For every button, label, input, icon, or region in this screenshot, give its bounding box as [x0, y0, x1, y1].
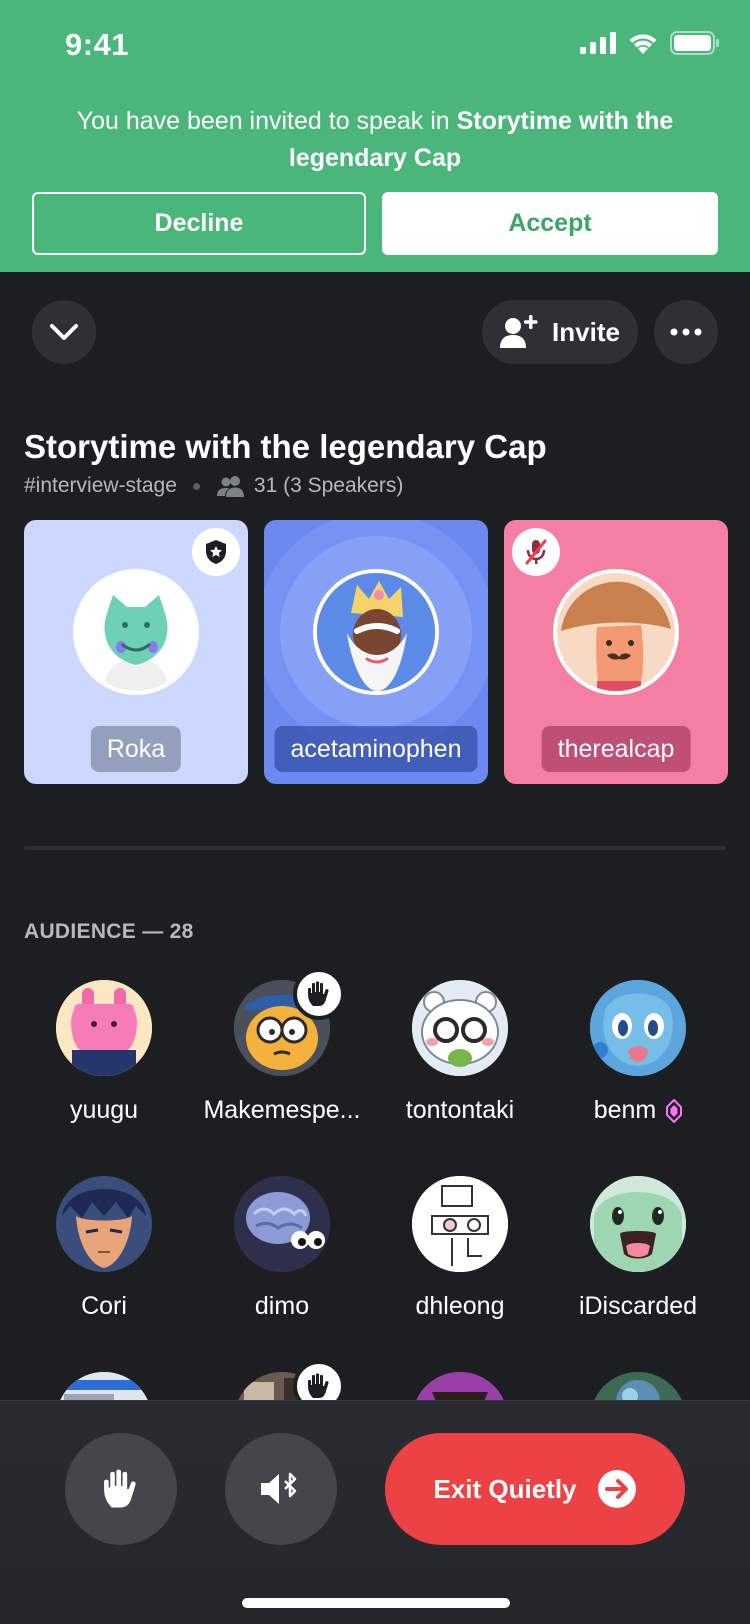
audience-member[interactable]: Makemespe...	[193, 968, 371, 1150]
turtle-avatar-icon	[590, 1176, 686, 1272]
more-options-button[interactable]	[654, 300, 718, 364]
add-user-icon	[500, 315, 538, 348]
bunny-avatar-icon	[56, 980, 152, 1076]
frog-avatar-icon	[77, 573, 195, 691]
avatar	[234, 1176, 330, 1272]
anime-avatar-icon	[56, 1176, 152, 1272]
avatar	[412, 980, 508, 1076]
speaker-name: acetaminophen	[274, 726, 478, 772]
moderator-shield-icon	[206, 540, 226, 564]
exit-label: Exit Quietly	[433, 1473, 577, 1504]
raised-hand-icon	[308, 1373, 329, 1398]
muted-badge	[512, 528, 560, 576]
invite-banner: 9:41 You have been invited to speak in S…	[0, 0, 750, 272]
invite-label: Invite	[552, 316, 620, 347]
chevron-down-icon	[50, 324, 78, 340]
speaker-card-active[interactable]: acetaminophen	[264, 520, 488, 784]
king-avatar-icon	[317, 573, 435, 691]
audience-member[interactable]: dimo	[193, 1176, 371, 1346]
audience-name: dhleong	[415, 1292, 505, 1320]
speaker-name: therealcap	[541, 726, 691, 772]
speaker-name: Roka	[90, 726, 182, 772]
people-icon	[216, 476, 244, 497]
audience-name: iDiscarded	[578, 1292, 698, 1320]
exit-quietly-button[interactable]: Exit Quietly	[385, 1433, 685, 1545]
listener-count: 31 (3 Speakers)	[253, 474, 404, 497]
brain-avatar-icon	[234, 1176, 330, 1272]
audience-member[interactable]: dhleong	[371, 1176, 549, 1346]
nitro-gem-icon	[666, 1098, 683, 1123]
stage-meta: #interview-stage 31 (3 Speakers)	[24, 474, 403, 498]
audience-member[interactable]: yuugu	[15, 980, 193, 1150]
audience-member[interactable]: iDiscarded	[549, 1176, 727, 1346]
avatar	[590, 980, 686, 1076]
status-time: 9:41	[65, 27, 130, 62]
avatar	[553, 569, 679, 695]
status-icons	[580, 31, 720, 55]
bottom-control-bar: Exit Quietly	[0, 1400, 750, 1624]
collapse-button[interactable]	[32, 300, 96, 364]
raised-hand-badge	[293, 968, 345, 1020]
decline-label: Decline	[154, 209, 244, 237]
separator-dot	[192, 482, 200, 490]
sketch-avatar-icon	[412, 1176, 508, 1272]
avatar	[73, 569, 199, 695]
invite-button[interactable]: Invite	[482, 300, 638, 364]
raised-hand-icon	[308, 981, 329, 1006]
accept-button[interactable]: Accept	[382, 192, 718, 255]
audience-member[interactable]: Cori	[15, 1176, 193, 1346]
speaker-card[interactable]: therealcap	[504, 520, 728, 784]
audience-header: AUDIENCE — 28	[24, 920, 194, 943]
stage-channel[interactable]: #interview-stage	[24, 474, 177, 498]
avatar	[56, 980, 152, 1076]
audience-member[interactable]: benm	[549, 980, 727, 1150]
avatar	[590, 1176, 686, 1272]
audience-name: tontontaki	[405, 1096, 515, 1124]
audience-member[interactable]: tontontaki	[371, 980, 549, 1150]
moderator-badge	[192, 528, 240, 576]
avatar	[313, 569, 439, 695]
decline-button[interactable]: Decline	[32, 192, 366, 255]
avatar	[412, 1176, 508, 1272]
wifi-icon	[629, 34, 657, 54]
audience-name-with-badge: benm	[549, 1096, 727, 1125]
audience-name: Makemespe...	[203, 1096, 361, 1124]
speaker-card[interactable]: Roka	[24, 520, 248, 784]
audio-output-button[interactable]	[225, 1433, 337, 1545]
accept-label: Accept	[508, 209, 592, 237]
invite-message: You have been invited to speak in Storyt…	[50, 103, 700, 177]
arrow-right-circle-icon	[597, 1470, 636, 1508]
audience-name: Cori	[81, 1292, 127, 1320]
raised-hand-icon	[104, 1469, 136, 1508]
cellular-signal-icon	[580, 32, 616, 54]
raise-hand-button[interactable]	[65, 1433, 177, 1545]
bear-avatar-icon	[412, 980, 508, 1076]
mushroom-avatar-icon	[557, 573, 675, 691]
avatar	[56, 1176, 152, 1272]
battery-icon	[670, 31, 719, 55]
speaker-bluetooth-icon	[261, 1472, 297, 1504]
section-divider	[24, 846, 726, 850]
audience-name: benm	[593, 1096, 657, 1124]
home-indicator[interactable]	[242, 1598, 510, 1608]
invite-message-prefix: You have been invited to speak in	[76, 107, 457, 135]
sobble-avatar-icon	[590, 980, 686, 1076]
audience-name: yuugu	[69, 1096, 139, 1124]
stage-title: Storytime with the legendary Cap	[24, 428, 547, 465]
audience-name: dimo	[254, 1292, 310, 1320]
muted-mic-icon	[525, 539, 547, 565]
more-dots-icon	[670, 328, 702, 336]
